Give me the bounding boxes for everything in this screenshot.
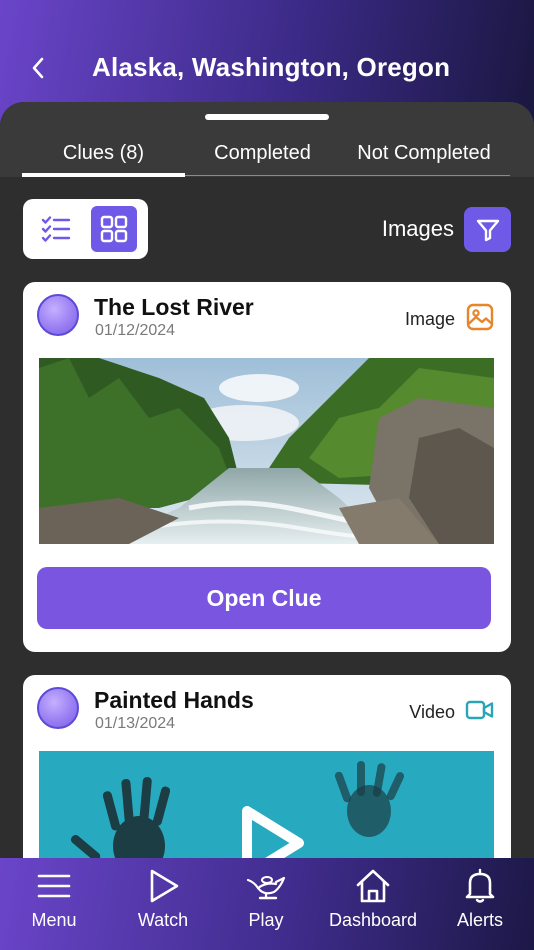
open-clue-button[interactable]: Open Clue <box>37 567 491 629</box>
painted-hands-video-thumbnail[interactable] <box>39 751 494 862</box>
view-toggle <box>23 199 148 259</box>
bottom-navigation: Menu Watch Play Dashboard Alerts <box>0 858 534 950</box>
play-icon <box>150 869 179 903</box>
nav-label: Play <box>248 910 284 930</box>
tab-not-completed[interactable]: Not Completed <box>340 142 508 174</box>
clue-date: 01/12/2024 <box>95 322 176 339</box>
clue-status-avatar <box>37 687 79 729</box>
content-sheet: Clues (8) Completed Not Completed Images… <box>0 102 534 862</box>
image-icon <box>466 303 494 331</box>
play-video-icon[interactable] <box>237 803 307 862</box>
sheet-grabber[interactable] <box>205 114 329 120</box>
checklist-icon <box>41 216 71 242</box>
clue-status-avatar <box>37 294 79 336</box>
list-view-button[interactable] <box>33 207 79 251</box>
filter-label: Images <box>381 216 454 241</box>
back-button[interactable] <box>22 52 54 84</box>
filter-button[interactable] <box>464 207 511 252</box>
active-tab-indicator <box>22 173 185 177</box>
nav-label: Menu <box>31 910 77 930</box>
clue-date: 01/13/2024 <box>95 715 176 732</box>
filter-icon <box>476 219 499 241</box>
grid-view-button[interactable] <box>91 206 137 252</box>
clue-card[interactable]: The Lost River 01/12/2024 Image Open Clu… <box>23 282 511 652</box>
genie-lamp-icon <box>246 876 286 900</box>
nav-item-watch[interactable]: Watch <box>113 858 213 950</box>
nav-item-menu[interactable]: Menu <box>4 858 104 950</box>
tab-completed[interactable]: Completed <box>185 142 340 174</box>
nav-label: Watch <box>137 910 189 930</box>
tab-clues[interactable]: Clues (8) <box>22 142 185 174</box>
clue-card[interactable]: Painted Hands 01/13/2024 Video <box>23 675 511 862</box>
video-icon <box>465 700 494 720</box>
clue-type-label: Image <box>404 309 455 329</box>
menu-icon <box>37 874 71 898</box>
clue-type-label: Video <box>409 702 455 722</box>
clue-title: The Lost River <box>94 294 254 320</box>
page-title: Alaska, Washington, Oregon <box>92 52 451 82</box>
nav-item-dashboard[interactable]: Dashboard <box>323 858 423 950</box>
nav-label: Alerts <box>456 910 503 930</box>
home-icon <box>356 869 390 903</box>
bell-icon <box>465 868 495 903</box>
nav-item-alerts[interactable]: Alerts <box>430 858 530 950</box>
clue-title: Painted Hands <box>94 687 254 713</box>
chevron-left-icon <box>32 57 44 79</box>
nav-item-play[interactable]: Play <box>216 858 316 950</box>
nav-label: Dashboard <box>328 910 418 930</box>
grid-icon <box>100 215 128 243</box>
river-landscape-image <box>39 358 494 544</box>
